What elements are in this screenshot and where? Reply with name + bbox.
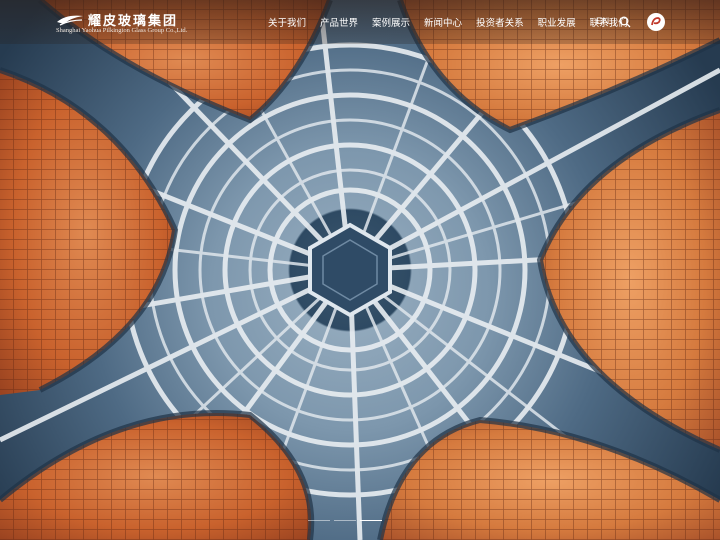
language-switch[interactable]: EN | <box>596 16 616 27</box>
nav-item-news[interactable]: 新闻中心 <box>424 15 462 29</box>
nav-item-products[interactable]: 产品世界 <box>320 15 358 29</box>
nav-item-about[interactable]: 关于我们 <box>268 15 306 29</box>
terminal-roof-illustration <box>0 0 720 540</box>
nav-item-cases[interactable]: 案例展示 <box>372 15 410 29</box>
slide-dot-active[interactable] <box>360 520 382 521</box>
company-logo-mark-icon <box>57 15 83 26</box>
brand-badge[interactable] <box>647 13 665 31</box>
company-name-en: Shanghai Yaohua Pilkington Glass Group C… <box>56 27 188 34</box>
slider-pagination <box>308 520 398 523</box>
nav-item-careers[interactable]: 职业发展 <box>538 15 576 29</box>
slide-dot[interactable] <box>308 520 330 521</box>
hero-image <box>0 0 720 540</box>
nav-item-investors[interactable]: 投资者关系 <box>476 15 524 29</box>
main-nav: 关于我们 产品世界 案例展示 新闻中心 投资者关系 职业发展 联系我们 <box>268 0 642 44</box>
company-logo[interactable]: 耀皮玻璃集团 Shanghai Yaohua Pilkington Glass … <box>56 10 188 36</box>
language-label[interactable]: EN <box>596 16 609 27</box>
search-icon[interactable] <box>619 16 631 28</box>
brand-badge-icon <box>651 17 661 26</box>
slide-dot[interactable] <box>334 520 356 521</box>
language-divider: | <box>613 16 616 27</box>
